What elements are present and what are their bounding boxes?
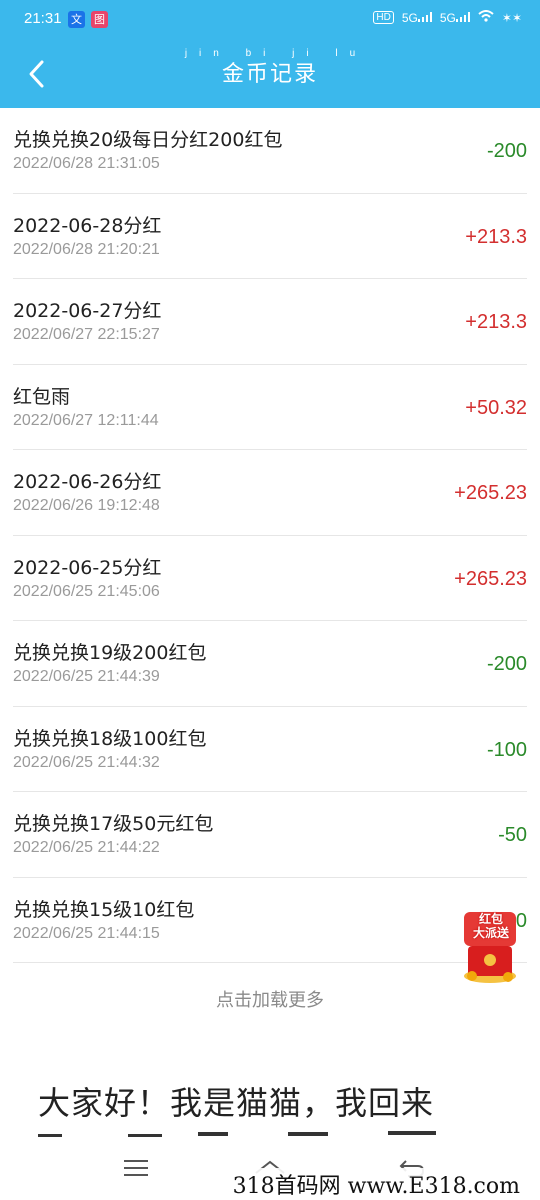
red-packet-label: 红包 大派送 xyxy=(466,912,516,940)
record-amount: +213.3 xyxy=(465,311,527,333)
red-packet-float-button[interactable]: 红包 大派送 xyxy=(458,910,522,984)
wifi-icon xyxy=(478,10,494,25)
record-amount: -100 xyxy=(486,738,527,761)
notification-icon-a: 文 xyxy=(68,11,85,28)
page-title-pinyin: jin bi ji lu xyxy=(184,48,368,59)
record-time: 2022/06/27 22:15:27 xyxy=(13,326,160,343)
list-item[interactable]: 兑换兑换20级每日分红200红包 2022/06/28 21:31:05 -20… xyxy=(13,108,527,194)
page-title: 金币记录 xyxy=(221,62,318,87)
record-time: 2022/06/25 21:45:06 xyxy=(13,582,160,600)
record-title: 红包雨 xyxy=(13,385,71,408)
status-time: 21:31 xyxy=(24,10,62,27)
load-more-link[interactable]: 点击加载更多 xyxy=(0,986,540,1012)
status-indicators: HD 5G 5G ✶✶ xyxy=(373,10,522,25)
record-title: 2022-06-25分红 xyxy=(13,556,162,579)
record-amount: +265.23 xyxy=(454,567,527,590)
menu-button[interactable] xyxy=(116,1152,156,1184)
record-title: 2022-06-26分红 xyxy=(13,471,162,493)
list-item[interactable]: 2022-06-25分红 2022/06/25 21:45:06 +265.23 xyxy=(13,536,527,621)
page-title-wrap: jin bi ji lu 金币记录 xyxy=(0,48,540,90)
signal-icon-2: 5G xyxy=(440,11,470,25)
record-title: 兑换兑换19级200红包 xyxy=(13,642,207,664)
record-amount: +213.3 xyxy=(465,225,527,248)
record-title: 2022-06-27分红 xyxy=(13,300,162,322)
record-time: 2022/06/28 21:20:21 xyxy=(13,240,160,258)
red-packet-label-line2: 大派送 xyxy=(472,926,509,940)
coin-record-list: 兑换兑换20级每日分红200红包 2022/06/28 21:31:05 -20… xyxy=(0,108,540,963)
record-time: 2022/06/26 19:12:48 xyxy=(13,497,160,514)
list-item[interactable]: 2022-06-26分红 2022/06/26 19:12:48 +265.23 xyxy=(13,450,527,536)
list-item[interactable]: 红包雨 2022/06/27 12:11:44 +50.32 xyxy=(13,365,527,450)
status-extra-icon: ✶✶ xyxy=(501,10,522,25)
record-time: 2022/06/25 21:44:22 xyxy=(13,839,160,856)
promo-text: 大家好！我是猫猫，我回来 xyxy=(38,1084,435,1122)
record-amount: -200 xyxy=(486,653,527,675)
record-time: 2022/06/25 21:44:32 xyxy=(13,753,160,771)
status-bar: 21:31 文 图 HD 5G 5G ✶✶ xyxy=(0,0,540,40)
list-item[interactable]: 2022-06-28分红 2022/06/28 21:20:21 +213.3 xyxy=(13,194,527,279)
red-packet-label-line1: 红包 xyxy=(478,912,503,926)
record-time: 2022/06/27 12:11:44 xyxy=(13,411,159,429)
record-title: 兑换兑换20级每日分红200红包 xyxy=(13,129,283,151)
record-title: 兑换兑换15级10红包 xyxy=(13,898,195,921)
notification-icon-b: 图 xyxy=(91,11,108,28)
list-item[interactable]: 兑换兑换17级50元红包 2022/06/25 21:44:22 -50 xyxy=(13,792,527,878)
signal-icon-1: 5G xyxy=(402,11,432,25)
record-time: 2022/06/25 21:44:15 xyxy=(13,924,160,942)
record-title: 兑换兑换17级50元红包 xyxy=(13,813,214,835)
record-amount: +50.32 xyxy=(465,396,527,419)
list-item[interactable]: 2022-06-27分红 2022/06/27 22:15:27 +213.3 xyxy=(13,279,527,365)
site-watermark: 318首码网 www.E318.com xyxy=(228,1168,524,1200)
hd-icon: HD xyxy=(373,11,394,24)
record-time: 2022/06/25 21:44:39 xyxy=(13,668,160,685)
list-item[interactable]: 兑换兑换15级10红包 2022/06/25 21:44:15 -10 xyxy=(13,878,527,963)
menu-icon xyxy=(124,1160,148,1176)
record-title: 2022-06-28分红 xyxy=(13,214,162,237)
record-amount: -200 xyxy=(486,140,527,162)
list-item[interactable]: 兑换兑换18级100红包 2022/06/25 21:44:32 -100 xyxy=(13,707,527,792)
list-item[interactable]: 兑换兑换19级200红包 2022/06/25 21:44:39 -200 xyxy=(13,621,527,707)
record-amount: +265.23 xyxy=(454,482,527,504)
app-header: jin bi ji lu 金币记录 xyxy=(0,40,540,108)
record-amount: -50 xyxy=(498,824,527,846)
record-time: 2022/06/28 21:31:05 xyxy=(13,155,160,172)
record-title: 兑换兑换18级100红包 xyxy=(13,727,207,750)
